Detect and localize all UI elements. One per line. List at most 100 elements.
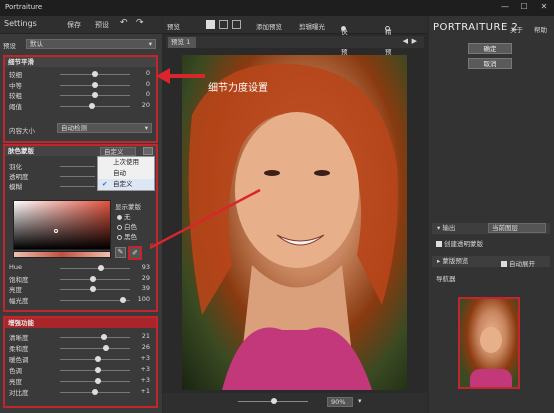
slider-value[interactable]: 26 <box>130 343 150 351</box>
slider-handle[interactable] <box>95 378 101 384</box>
slider-value[interactable]: 21 <box>130 332 150 340</box>
slider-value[interactable]: 0 <box>130 69 150 77</box>
picker-marker[interactable] <box>54 229 58 233</box>
slider-value[interactable]: 20 <box>130 101 150 109</box>
preset-label: 预设 <box>3 42 16 50</box>
maximize-icon[interactable]: ☐ <box>517 2 531 11</box>
slider-value[interactable]: +3 <box>130 376 150 384</box>
cancel-button[interactable]: 取消 <box>468 58 512 69</box>
slider-label: 中等 <box>9 81 22 90</box>
slider-value[interactable]: +1 <box>130 387 150 395</box>
slider-label: Hue <box>9 263 23 271</box>
caret-right-icon[interactable]: ▸ <box>437 257 440 265</box>
slider-track[interactable] <box>60 186 95 187</box>
zoom-dropdown-icon[interactable]: ▾ <box>358 397 362 405</box>
clip-exposure-button[interactable]: 剪辑曝光 <box>299 21 325 31</box>
zoom-slider-handle[interactable] <box>271 398 277 404</box>
slider-handle[interactable] <box>101 334 107 340</box>
menu-item-auto[interactable]: 自动 <box>98 168 154 179</box>
help-link[interactable]: 帮助 <box>534 24 547 34</box>
mask-option-black[interactable]: 黑色 <box>117 231 137 241</box>
slider-value[interactable]: 0 <box>130 80 150 88</box>
preset-button[interactable]: 预设 <box>95 20 109 30</box>
add-preview-button[interactable]: 添加预览 <box>256 21 282 31</box>
save-button[interactable]: 保存 <box>67 20 81 30</box>
slider-handle[interactable] <box>95 356 101 362</box>
slider-row-hue: Hue 93 <box>5 263 156 274</box>
slider-handle[interactable] <box>92 389 98 395</box>
slider-track[interactable] <box>60 166 95 167</box>
slider-handle[interactable] <box>103 345 109 351</box>
mask-option-none[interactable]: 无 <box>117 211 131 221</box>
zoom-value: 90% <box>331 398 346 406</box>
slider-value[interactable]: +3 <box>130 365 150 373</box>
slider-handle[interactable] <box>95 367 101 373</box>
radio-icon[interactable] <box>117 214 122 220</box>
slider-track[interactable] <box>60 268 130 269</box>
tab-preview-1[interactable]: 预览 1 <box>168 37 196 48</box>
slider-value[interactable]: 39 <box>130 284 150 292</box>
slider-label: 模糊 <box>9 183 22 191</box>
navigator-thumbnail[interactable] <box>458 297 520 389</box>
output-select[interactable]: 当前图层 <box>488 223 546 233</box>
portrait-photo[interactable] <box>182 55 407 390</box>
preset-select[interactable]: 默认 ▾ <box>26 39 156 49</box>
skin-mode-value: 自定义 <box>104 148 124 156</box>
option-label: 黑色 <box>124 233 137 241</box>
split-horizontal-icon[interactable] <box>219 20 228 29</box>
slider-handle[interactable] <box>90 275 96 282</box>
mask-option-white[interactable]: 白色 <box>117 221 137 231</box>
color-range-bar[interactable] <box>13 251 111 258</box>
slider-value[interactable]: +3 <box>130 354 150 362</box>
radio-icon[interactable] <box>117 234 122 240</box>
slider-row-brightness: 亮度 39 <box>5 284 156 295</box>
single-view-icon[interactable] <box>206 20 215 29</box>
size-select[interactable]: 自动检测 ▾ <box>57 123 152 133</box>
checkbox-icon[interactable] <box>501 261 507 267</box>
minimize-icon[interactable]: — <box>498 2 512 11</box>
size-label: 内容大小 <box>9 127 35 135</box>
split-vertical-icon[interactable] <box>232 20 241 29</box>
slider-track[interactable] <box>60 348 130 349</box>
slider-value[interactable]: 29 <box>130 274 150 282</box>
color-picker-field[interactable] <box>13 200 111 250</box>
skin-mode-menu: 上次使用 自动 ✔ 自定义 <box>97 156 155 191</box>
caret-down-icon[interactable]: ▾ <box>437 224 440 232</box>
slider-handle[interactable] <box>120 296 126 303</box>
slider-track[interactable] <box>60 176 95 177</box>
slider-label: 暖色调 <box>9 356 29 364</box>
auto-expand-checkbox[interactable]: 自动展开 <box>501 258 535 268</box>
slider-label: 阈值 <box>9 102 22 111</box>
app-logo: PORTRAITURE 2 <box>433 22 519 33</box>
new-layer-checkbox[interactable]: 创建透明蒙版 <box>436 238 483 248</box>
slider-handle[interactable] <box>92 71 98 77</box>
ok-button[interactable]: 确定 <box>468 43 512 54</box>
skin-mode-button[interactable] <box>143 147 153 155</box>
slider-value[interactable]: 93 <box>130 263 150 271</box>
slider-track[interactable] <box>60 337 130 338</box>
eyedropper-plus-icon[interactable]: ✐ <box>128 246 142 260</box>
tab-next-icon[interactable]: ▶ <box>412 37 417 45</box>
slider-handle[interactable] <box>89 102 95 109</box>
slider-track[interactable] <box>60 105 130 107</box>
undo-icon[interactable]: ↶ <box>120 18 128 28</box>
slider-value[interactable]: 0 <box>130 90 150 98</box>
eyedropper-icon[interactable]: ✎ <box>115 247 126 258</box>
menu-item-last-used[interactable]: 上次使用 <box>98 157 154 168</box>
slider-handle[interactable] <box>98 265 104 271</box>
redo-icon[interactable]: ↷ <box>136 18 144 28</box>
menu-item-custom[interactable]: ✔ 自定义 <box>98 179 154 190</box>
tab-prev-icon[interactable]: ◀ <box>403 37 408 45</box>
skin-mode-select[interactable]: 自定义 <box>100 147 136 156</box>
about-link[interactable]: 关于 <box>510 24 523 34</box>
close-icon[interactable]: ✕ <box>537 2 551 11</box>
mask-preview-label: 蒙版预览 <box>442 257 469 265</box>
slider-handle[interactable] <box>90 286 96 292</box>
slider-label: 亮度 <box>9 378 22 386</box>
checkbox-icon[interactable] <box>436 241 442 247</box>
slider-handle[interactable] <box>92 81 98 88</box>
slider-value[interactable]: 100 <box>130 295 150 303</box>
radio-icon[interactable] <box>117 224 122 230</box>
zoom-select[interactable]: 90% <box>327 397 353 407</box>
slider-handle[interactable] <box>92 92 98 98</box>
